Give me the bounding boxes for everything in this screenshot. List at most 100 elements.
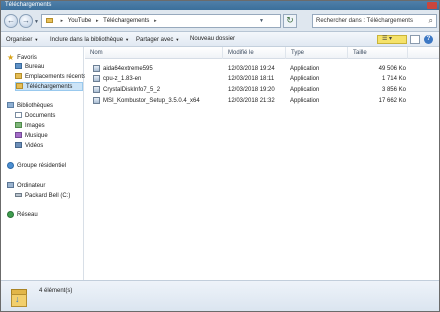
application-icon — [93, 85, 100, 93]
breadcrumb-separator-icon[interactable]: ▸ — [61, 18, 64, 24]
navigation-bar: ← → ▼ ▸ YouTube ▸ Téléchargements ▸ ▼ ↻ … — [1, 10, 439, 32]
column-header-label: Nom — [90, 50, 103, 56]
sidebar-item-documents[interactable]: Documents — [15, 112, 55, 121]
breadcrumb-youtube[interactable]: YouTube — [68, 18, 92, 24]
view-options-icon: ☰ ▾ — [382, 36, 393, 42]
window-title: Téléchargements — [5, 2, 52, 8]
videos-icon — [15, 142, 22, 149]
file-modified: 12/03/2018 21:32 — [228, 98, 275, 104]
column-header-name[interactable]: Nom — [85, 47, 223, 59]
refresh-button[interactable]: ↻ — [283, 14, 297, 28]
file-size: 17 662 Ko — [378, 98, 406, 104]
application-icon — [93, 96, 100, 104]
view-options-button[interactable]: ☰ ▾ — [377, 35, 407, 44]
preview-pane-button[interactable] — [410, 35, 420, 44]
file-type: Application — [290, 76, 320, 82]
sidebar-item-videos[interactable]: Vidéos — [15, 142, 43, 151]
sidebar-item-desktop[interactable]: Bureau — [15, 63, 44, 72]
file-row[interactable]: cpu-z_1.83-en 12/03/2018 18:11 Applicati… — [85, 74, 439, 84]
column-header-label: Modifié le — [228, 50, 254, 56]
chevron-down-icon: ▼ — [125, 37, 130, 42]
sidebar-item-drive-c[interactable]: Packard Bell (C:) — [15, 192, 70, 201]
include-library-label: Inclure dans la bibliothèque — [50, 37, 124, 43]
include-library-menu[interactable]: Inclure dans la bibliothèque ▼ — [50, 32, 129, 47]
sidebar-item-label: Réseau — [17, 212, 38, 219]
file-row[interactable]: aida64extreme595 12/03/2018 19:24 Applic… — [85, 64, 439, 74]
file-row[interactable]: MSI_Kombustor_Setup_3.5.0.4_x64 12/03/20… — [85, 96, 439, 106]
folder-icon — [46, 17, 53, 23]
sidebar-item-homegroup[interactable]: Groupe résidentiel — [7, 162, 66, 171]
title-bar: Téléchargements — [1, 1, 439, 10]
sidebar-item-label: Documents — [25, 113, 56, 119]
address-history-dropdown[interactable]: ▼ — [259, 15, 264, 27]
file-modified: 12/03/2018 19:20 — [228, 87, 275, 93]
sidebar-item-label: Bureau — [25, 64, 45, 70]
sidebar-item-label: Groupe résidentiel — [17, 163, 67, 170]
organize-menu[interactable]: Organiser ▼ — [6, 32, 38, 47]
help-button[interactable]: ? — [424, 35, 433, 44]
column-header-label: Taille — [353, 50, 367, 56]
recent-locations-dropdown[interactable]: ▼ — [34, 19, 39, 25]
share-menu[interactable]: Partager avec ▼ — [136, 32, 179, 47]
file-name-cell: aida64extreme595 — [93, 64, 153, 74]
sidebar-item-libraries[interactable]: Bibliothèques — [7, 102, 53, 111]
sidebar-item-pictures[interactable]: Images — [15, 122, 45, 131]
column-header-size[interactable]: Taille — [348, 47, 408, 59]
chevron-down-icon: ▼ — [34, 37, 39, 42]
sidebar-item-network[interactable]: Réseau — [7, 211, 38, 220]
breadcrumb-separator-icon[interactable]: ▸ — [96, 18, 99, 24]
desktop-icon — [15, 63, 22, 70]
search-icon[interactable]: ⌕ — [429, 15, 433, 27]
file-row[interactable]: CrystalDiskInfo7_5_2 12/03/2018 19:20 Ap… — [85, 85, 439, 95]
refresh-icon: ↻ — [286, 15, 294, 25]
pictures-icon — [15, 122, 22, 129]
computer-icon — [7, 182, 14, 189]
file-type: Application — [290, 66, 320, 72]
application-icon — [93, 64, 100, 72]
downloads-folder-icon: ↓ — [11, 287, 27, 307]
close-window-button[interactable] — [427, 2, 437, 9]
sidebar-item-label: Musique — [25, 133, 48, 139]
column-header-label: Type — [291, 50, 305, 56]
file-type: Application — [290, 98, 320, 104]
network-icon — [7, 211, 14, 218]
star-icon: ★ — [7, 53, 15, 62]
details-pane: ↓ 4 élément(s) — [1, 280, 439, 311]
file-name-cell: CrystalDiskInfo7_5_2 — [93, 85, 160, 95]
column-header-type[interactable]: Type — [286, 47, 348, 59]
column-header-modified[interactable]: Modifié le — [223, 47, 286, 59]
sidebar-item-downloads[interactable]: Téléchargements — [15, 82, 83, 91]
library-icon — [7, 102, 14, 109]
hard-drive-icon — [15, 193, 22, 198]
sidebar-item-label: Bibliothèques — [17, 103, 54, 109]
file-size: 49 506 Ko — [378, 66, 406, 72]
sidebar-item-computer[interactable]: Ordinateur — [7, 182, 45, 191]
breadcrumb-separator-icon[interactable]: ▸ — [154, 18, 157, 24]
forward-button[interactable]: → — [19, 14, 33, 28]
navigation-pane: ★ Favoris Bureau Emplacements récents Tél… — [1, 47, 86, 280]
item-count: 4 élément(s) — [39, 288, 73, 294]
file-name: MSI_Kombustor_Setup_3.5.0.4_x64 — [103, 98, 200, 104]
back-icon: ← — [7, 16, 15, 25]
explorer-window: Téléchargements ← → ▼ ▸ YouTube ▸ Téléch… — [0, 0, 440, 312]
breadcrumb-downloads[interactable]: Téléchargements — [103, 18, 149, 24]
sidebar-item-music[interactable]: Musique — [15, 132, 48, 141]
sidebar-item-label: Ordinateur — [17, 183, 46, 189]
sidebar-item-favorites[interactable]: ★ Favoris — [7, 53, 37, 62]
chevron-down-icon: ▼ — [175, 37, 180, 42]
address-bar[interactable]: ▸ YouTube ▸ Téléchargements ▸ ▼ — [41, 14, 281, 28]
help-icon: ? — [426, 36, 431, 42]
file-size: 3 856 Ko — [381, 87, 406, 93]
search-input[interactable]: Rechercher dans : Téléchargements ⌕ — [312, 14, 437, 28]
sidebar-item-label: Images — [25, 123, 45, 129]
documents-icon — [15, 112, 22, 119]
sidebar-item-recent[interactable]: Emplacements récents — [15, 73, 86, 82]
file-name-cell: cpu-z_1.83-en — [93, 74, 141, 84]
back-button[interactable]: ← — [4, 14, 18, 28]
sidebar-item-label: Téléchargements — [26, 84, 73, 90]
forward-icon: → — [22, 16, 30, 25]
new-folder-button[interactable]: Nouveau dossier — [190, 32, 235, 47]
file-modified: 12/03/2018 18:11 — [228, 76, 275, 82]
new-folder-label: Nouveau dossier — [190, 36, 236, 42]
file-name: CrystalDiskInfo7_5_2 — [103, 87, 161, 93]
